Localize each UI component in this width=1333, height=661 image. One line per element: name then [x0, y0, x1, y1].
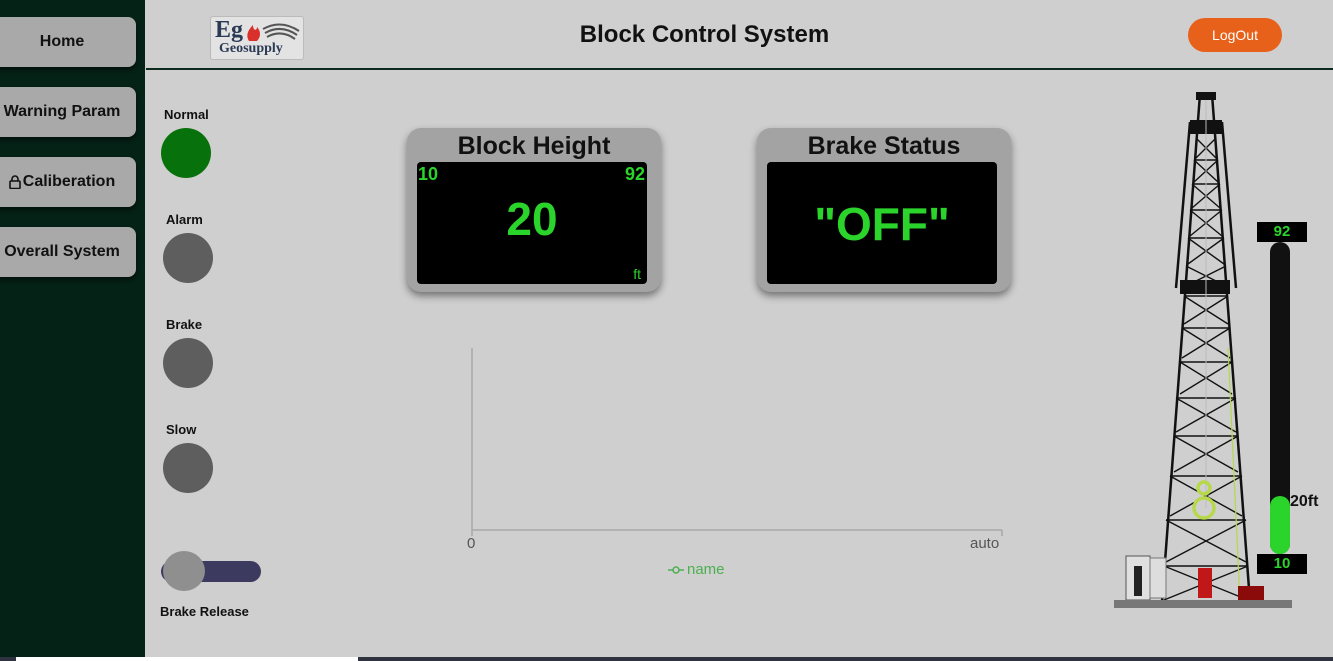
block-height-card: Block Height 10 92 20 ft — [407, 128, 661, 292]
rig-height-gauge — [1270, 242, 1290, 554]
legend-line-marker-icon — [668, 565, 684, 574]
block-height-title: Block Height — [457, 132, 611, 160]
block-height-max: 92 — [624, 164, 645, 184]
rig-gauge-max: 92 — [1257, 222, 1307, 242]
rig-gauge-min: 10 — [1257, 554, 1307, 574]
nav-caliberation-label: Caliberation — [22, 173, 116, 190]
rig-height-gauge-fill — [1270, 496, 1290, 554]
nav-caliberation-button[interactable]: Caliberation — [0, 157, 136, 207]
slow-label: Slow — [166, 422, 197, 437]
sidebar: Home Warning Param Caliberation Overall … — [0, 0, 145, 661]
nav-overall-system-button[interactable]: Overall System — [0, 227, 136, 277]
alarm-label: Alarm — [166, 212, 203, 227]
nav-home-label: Home — [39, 33, 85, 50]
chart-x-min-label: 0 — [467, 535, 476, 552]
block-height-unit: ft — [633, 266, 641, 282]
slow-indicator-lamp — [163, 443, 213, 493]
brake-release-toggle-knob[interactable] — [163, 551, 205, 591]
normal-label: Normal — [164, 107, 209, 122]
scrollbar-thumb[interactable] — [16, 657, 358, 661]
brake-status-card: Brake Status "OFF" — [757, 128, 1011, 292]
nav-warning-param-button[interactable]: Warning Param — [0, 87, 136, 137]
alarm-indicator-lamp — [163, 233, 213, 283]
brake-status-value: "OFF" — [814, 198, 950, 250]
block-height-value: 20 — [506, 193, 558, 245]
block-height-display: 10 92 20 ft — [417, 162, 647, 284]
logout-button[interactable]: LogOut — [1188, 18, 1282, 52]
rig-gauge-reading: 20ft — [1290, 493, 1319, 510]
brake-indicator-lamp — [163, 338, 213, 388]
horizontal-scrollbar[interactable] — [0, 657, 1333, 661]
normal-indicator-lamp — [161, 128, 211, 178]
nav-home-button[interactable]: Home — [0, 17, 136, 67]
chart-legend[interactable]: name — [668, 561, 725, 578]
brake-status-title: Brake Status — [807, 132, 961, 160]
block-height-min: 10 — [418, 164, 439, 184]
brake-status-display: "OFF" — [767, 162, 997, 284]
brake-label: Brake — [166, 317, 203, 332]
header: Eg Geosupply Block Control System LogOut — [146, 0, 1333, 70]
lock-icon — [8, 175, 21, 189]
chart-x-max-label: auto — [970, 535, 1000, 552]
nav-overall-system-label: Overall System — [4, 243, 120, 260]
height-chart — [471, 348, 1003, 536]
nav-warning-param-label: Warning Param — [3, 103, 121, 120]
legend-series-label: name — [687, 561, 725, 578]
brake-release-label: Brake Release — [160, 604, 249, 619]
page-title: Block Control System — [579, 21, 830, 48]
